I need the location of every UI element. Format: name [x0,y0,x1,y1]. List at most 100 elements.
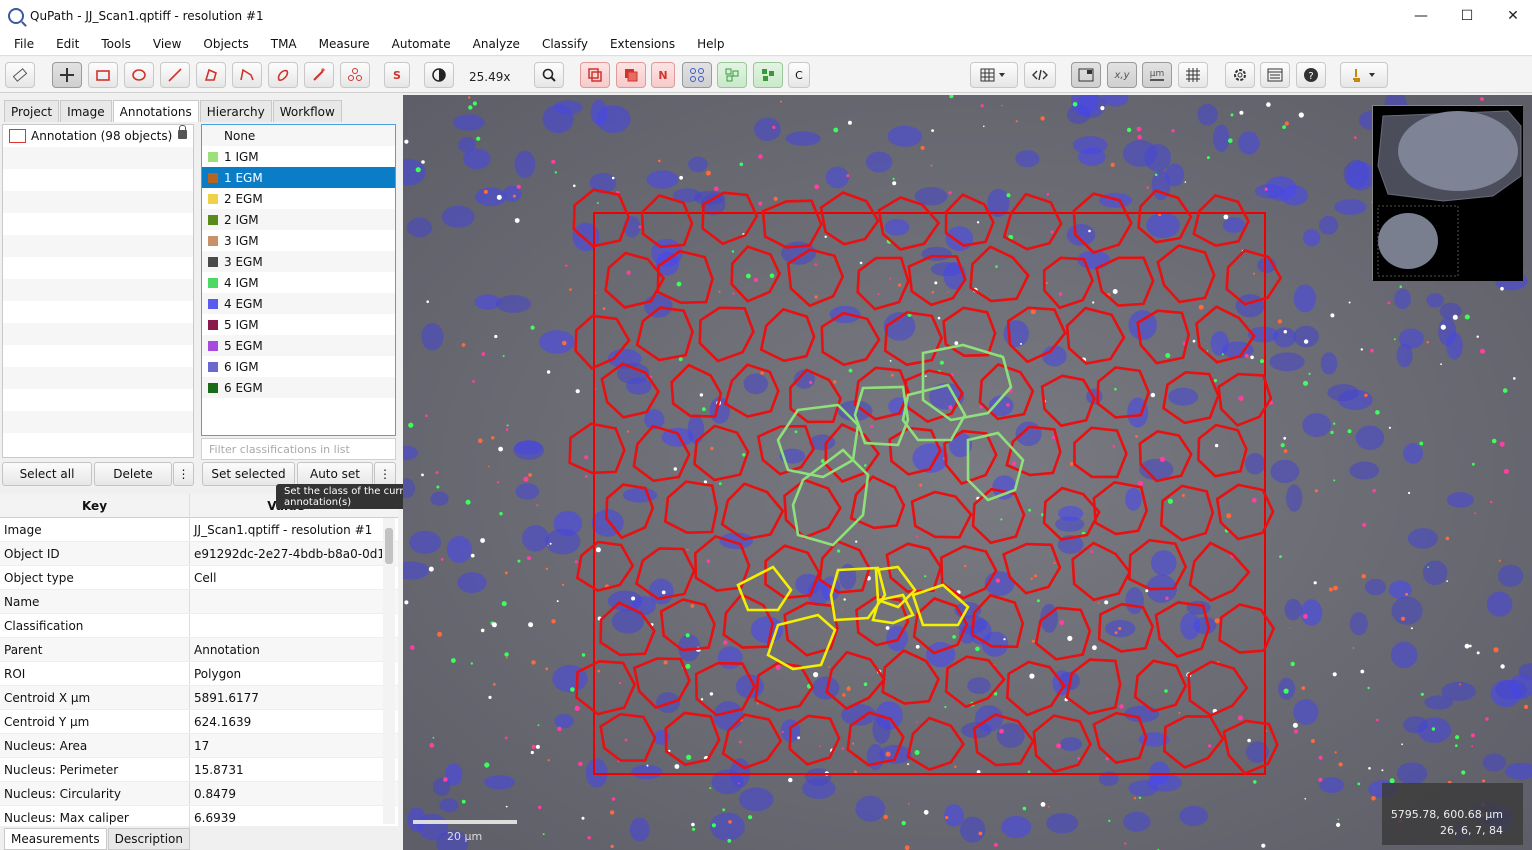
line-tool-button[interactable] [160,62,190,88]
class-item[interactable]: 3 IGM [202,230,395,251]
table-row[interactable]: Nucleus: Circularity 0.8479 [0,782,398,806]
table-row[interactable]: Nucleus: Perimeter 15.8731 [0,758,398,782]
list-item[interactable]: Annotation (98 objects) [3,125,193,147]
tab-measurements[interactable]: Measurements [4,828,107,850]
table-row[interactable]: Object ID e91292dc-2e27-4bdb-b8a0-0d1... [0,542,398,566]
table-row[interactable]: Nucleus: Area 17 [0,734,398,758]
show-scalebar-button[interactable]: µm [1142,62,1172,88]
auto-set-button[interactable]: Auto set [297,462,373,486]
preferences-button[interactable] [1225,62,1255,88]
maximize-button[interactable]: ☐ [1444,0,1490,32]
zoom-to-fit-button[interactable] [534,62,564,88]
class-item[interactable]: 4 IGM [202,272,395,293]
tab-hierarchy[interactable]: Hierarchy [199,100,272,122]
menu-measure[interactable]: Measure [305,37,378,51]
class-item[interactable]: 5 EGM [202,335,395,356]
menu-view[interactable]: View [139,37,189,51]
class-filter-input[interactable]: Filter classifications in list [201,438,396,460]
class-item[interactable]: 6 IGM [202,356,395,377]
selection-mode-button[interactable]: S [384,62,410,88]
fill-annotations-button[interactable] [616,62,646,88]
fill-detections-button[interactable] [753,62,783,88]
signal-spot [889,277,892,280]
table-row[interactable]: Object type Cell [0,566,398,590]
signal-spot [1165,596,1169,600]
show-detections-button[interactable] [717,62,747,88]
class-item[interactable]: 6 EGM [202,377,395,398]
show-tma-button[interactable] [682,62,712,88]
table-row[interactable]: Centroid X µm 5891.6177 [0,686,398,710]
tab-annotations[interactable]: Annotations [112,100,199,122]
class-item[interactable]: 2 EGM [202,188,395,209]
show-names-button[interactable]: N [651,62,675,88]
menu-analyze[interactable]: Analyze [459,37,528,51]
table-scrollbar-thumb[interactable] [385,528,393,564]
menu-automate[interactable]: Automate [378,37,459,51]
help-button[interactable]: ? [1296,62,1326,88]
title-bar: QuPath - JJ_Scan1.qptiff - resolution #1… [0,0,1532,32]
signal-spot [673,467,677,471]
tissue-image[interactable] [403,95,1532,850]
wand-tool-button[interactable] [304,62,334,88]
show-connections-button[interactable]: C [788,62,810,88]
class-item-none[interactable]: None [202,125,395,146]
polyline-tool-button[interactable] [232,62,262,88]
show-grid-button[interactable] [1178,62,1208,88]
measurement-table-button[interactable] [970,62,1018,88]
brightness-contrast-button[interactable] [424,62,454,88]
class-item[interactable]: 3 EGM [202,251,395,272]
table-row[interactable]: Image JJ_Scan1.qptiff - resolution #1 [0,518,398,542]
class-item-selected[interactable]: 1 EGM [202,167,395,188]
menu-tools[interactable]: Tools [87,37,139,51]
menu-file[interactable]: File [0,37,42,51]
table-row[interactable]: Parent Annotation [0,638,398,662]
close-window-button[interactable]: ✕ [1490,0,1532,32]
brush-tool-button[interactable] [268,62,298,88]
show-location-button[interactable]: x,y [1107,62,1137,88]
tab-workflow[interactable]: Workflow [272,100,342,122]
key-header[interactable]: Key [0,494,190,517]
show-overview-button[interactable] [1071,62,1101,88]
table-row[interactable]: Nucleus: Max caliper 6.6939 [0,806,398,830]
class-item[interactable]: 2 IGM [202,209,395,230]
menu-extensions[interactable]: Extensions [596,37,683,51]
tab-project[interactable]: Project [4,100,60,122]
ellipse-tool-button[interactable] [124,62,154,88]
annotation-more-button[interactable]: ⋮ [173,462,194,486]
class-item[interactable]: 5 IGM [202,314,395,335]
table-row[interactable]: Centroid Y µm 624.1639 [0,710,398,734]
menu-classify[interactable]: Classify [528,37,596,51]
annotation-list[interactable]: Annotation (98 objects) [2,124,194,458]
table-row[interactable]: Classification [0,614,398,638]
class-more-button[interactable]: ⋮ [374,462,396,486]
menu-help[interactable]: Help [683,37,732,51]
row-value [190,614,382,637]
menu-objects[interactable]: Objects [189,37,256,51]
table-row[interactable]: ROI Polygon [0,662,398,686]
tab-description[interactable]: Description [107,828,190,850]
script-editor-button[interactable] [1024,62,1056,88]
set-selected-button[interactable]: Set selected [202,462,295,486]
class-item[interactable]: 1 IGM [202,146,395,167]
points-tool-button[interactable] [340,62,370,88]
signal-spot [976,221,980,224]
extensions-dropdown-button[interactable] [1340,62,1388,88]
delete-button[interactable]: Delete [94,462,172,486]
move-tool-button[interactable] [52,62,82,88]
overview-thumbnail[interactable] [1372,105,1523,281]
table-row[interactable]: Name [0,590,398,614]
menu-edit[interactable]: Edit [42,37,87,51]
tab-image[interactable]: Image [60,100,112,122]
polygon-tool-button[interactable] [196,62,226,88]
class-item[interactable]: 4 EGM [202,293,395,314]
classification-list[interactable]: None 1 IGM 1 EGM 2 EGM 2 IGM 3 IGM 3 EGM… [201,124,396,436]
show-annotations-button[interactable] [580,62,610,88]
image-viewer[interactable]: 20 µm 5795.78, 600.68 µm 26, 6, 7, 84 [403,95,1532,850]
minimize-button[interactable]: — [1398,0,1444,32]
select-all-button[interactable]: Select all [2,462,92,486]
show-analysis-pane-button[interactable] [5,62,35,88]
rectangle-tool-button[interactable] [88,62,118,88]
signal-spot [626,270,631,275]
log-button[interactable] [1260,62,1290,88]
menu-tma[interactable]: TMA [257,37,305,51]
